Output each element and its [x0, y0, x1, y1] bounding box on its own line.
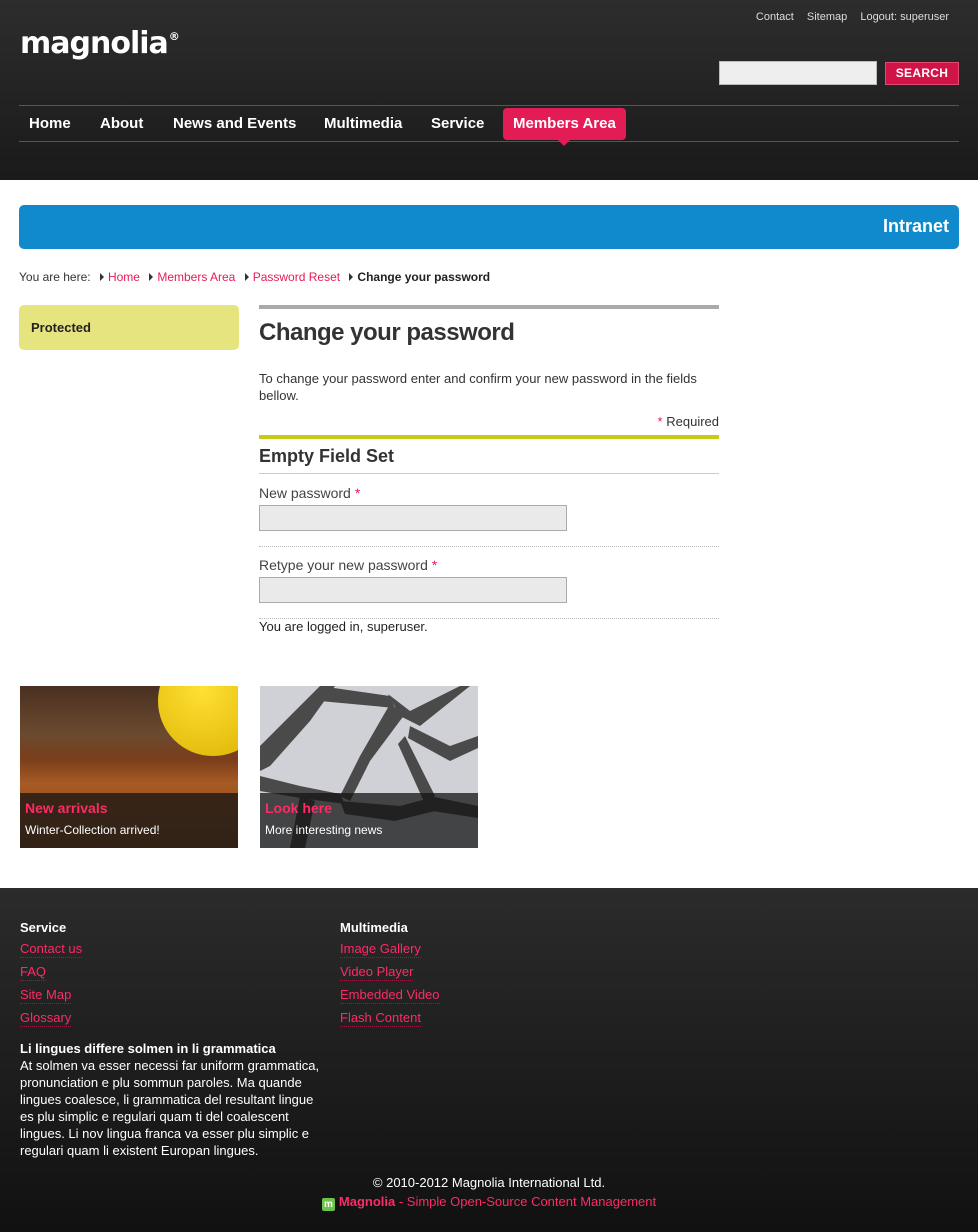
breadcrumb-arrow-icon	[349, 273, 354, 281]
footer-link-glossary[interactable]: Glossary	[20, 1010, 72, 1027]
top-links: Contact Sitemap Logout: superuser	[746, 11, 949, 23]
footer-link-site-map[interactable]: Site Map	[20, 987, 72, 1004]
contact-link[interactable]: Contact	[756, 11, 794, 23]
footer-link-faq[interactable]: FAQ	[20, 964, 47, 981]
main-content: Change your password To change your pass…	[259, 305, 719, 634]
footer-link-video-player[interactable]: Video Player	[340, 964, 414, 981]
required-star: *	[431, 557, 438, 573]
teaser-new-arrivals[interactable]: New arrivals Winter-Collection arrived!	[20, 686, 238, 848]
main-navigation: Home About News and Events Multimedia Se…	[19, 105, 959, 146]
new-password-label: New password *	[259, 485, 360, 501]
nav-item-news-and-events[interactable]: News and Events	[163, 108, 306, 140]
breadcrumb: You are here: Home Members Area Password…	[19, 270, 490, 284]
protected-label: Protected	[31, 320, 91, 335]
retype-password-label: Retype your new password *	[259, 557, 437, 573]
sitemap-link[interactable]: Sitemap	[807, 11, 847, 23]
footer-tagline: m Magnolia - Simple Open-Source Content M…	[0, 1194, 978, 1211]
teaser-title[interactable]: Look here	[265, 800, 332, 816]
site-footer: Service Contact us FAQ Site Map Glossary…	[0, 888, 978, 1232]
magnolia-logo[interactable]: magnolia®	[20, 26, 180, 61]
breadcrumb-password-reset[interactable]: Password Reset	[253, 270, 340, 284]
teaser-text: Winter-Collection arrived!	[25, 823, 160, 837]
copyright: © 2010-2012 Magnolia International Ltd.	[372, 1175, 606, 1190]
registered-mark: ®	[168, 30, 180, 43]
footer-column-service: Service Contact us FAQ Site Map Glossary	[20, 920, 83, 1033]
footer-text-block: Li lingues differe solmen in li grammati…	[20, 1040, 330, 1159]
page-title: Change your password	[259, 319, 515, 346]
footer-column-title: Service	[20, 920, 67, 935]
search-input[interactable]	[719, 61, 877, 85]
footer-link-image-gallery[interactable]: Image Gallery	[340, 941, 421, 958]
teaser-caption: Look here More interesting news	[260, 793, 478, 848]
retype-password-field[interactable]	[259, 577, 567, 603]
footer-column-multimedia: Multimedia Image Gallery Video Player Em…	[340, 920, 440, 1033]
retype-password-label-text: Retype your new password	[259, 557, 428, 573]
required-note: * Required	[658, 414, 719, 429]
footer-text-body: At solmen va esser necessi far uniform g…	[20, 1058, 320, 1158]
new-password-label-text: New password	[259, 485, 351, 501]
fieldset-bar	[259, 435, 719, 439]
required-label: Required	[666, 414, 719, 429]
tagline-text: - Simple Open-Source Content Management	[395, 1194, 657, 1209]
fieldset-divider	[259, 473, 719, 474]
nav-item-service[interactable]: Service	[421, 108, 494, 140]
intro-text: To change your password enter and confir…	[259, 371, 697, 403]
logout-link[interactable]: Logout: superuser	[860, 11, 949, 23]
nav-item-members-area[interactable]: Members Area	[503, 108, 626, 146]
required-star: *	[354, 485, 361, 501]
breadcrumb-current: Change your password	[357, 270, 491, 284]
footer-column-title: Multimedia	[340, 920, 408, 935]
breadcrumb-arrow-icon	[244, 273, 249, 281]
tagline-brand-link[interactable]: Magnolia	[339, 1194, 395, 1209]
footer-link-contact-us[interactable]: Contact us	[20, 941, 83, 958]
teaser-text: More interesting news	[265, 823, 383, 837]
site-header: magnolia® Contact Sitemap Logout: superu…	[0, 0, 978, 180]
breadcrumb-arrow-icon	[99, 273, 104, 281]
field-divider	[259, 546, 719, 547]
required-star: *	[657, 414, 663, 429]
new-password-field[interactable]	[259, 505, 567, 531]
protected-box: Protected	[19, 305, 239, 350]
breadcrumb-home[interactable]: Home	[108, 270, 140, 284]
logged-in-status: You are logged in, superuser.	[259, 619, 428, 634]
teaser-caption: New arrivals Winter-Collection arrived!	[20, 793, 238, 848]
search-button[interactable]: SEARCH	[885, 62, 959, 85]
footer-text-title: Li lingues differe solmen in li grammati…	[20, 1041, 276, 1056]
footer-link-flash-content[interactable]: Flash Content	[340, 1010, 421, 1027]
teaser-image-yellow-ball	[158, 686, 238, 756]
teaser-look-here[interactable]: Look here More interesting news	[260, 686, 478, 848]
magnolia-icon: m	[321, 1198, 335, 1211]
teaser-title[interactable]: New arrivals	[25, 800, 108, 816]
footer-link-embedded-video[interactable]: Embedded Video	[340, 987, 440, 1004]
nav-item-about[interactable]: About	[90, 108, 153, 140]
title-divider	[259, 305, 719, 309]
breadcrumb-prefix: You are here:	[19, 270, 91, 284]
fieldset-title: Empty Field Set	[259, 446, 395, 466]
logo-text: magnolia	[20, 26, 169, 61]
breadcrumb-members-area[interactable]: Members Area	[157, 270, 235, 284]
intranet-label: Intranet	[882, 216, 949, 236]
nav-item-home[interactable]: Home	[19, 108, 81, 140]
nav-item-multimedia[interactable]: Multimedia	[314, 108, 412, 140]
intranet-banner: Intranet	[19, 205, 959, 249]
breadcrumb-arrow-icon	[149, 273, 154, 281]
